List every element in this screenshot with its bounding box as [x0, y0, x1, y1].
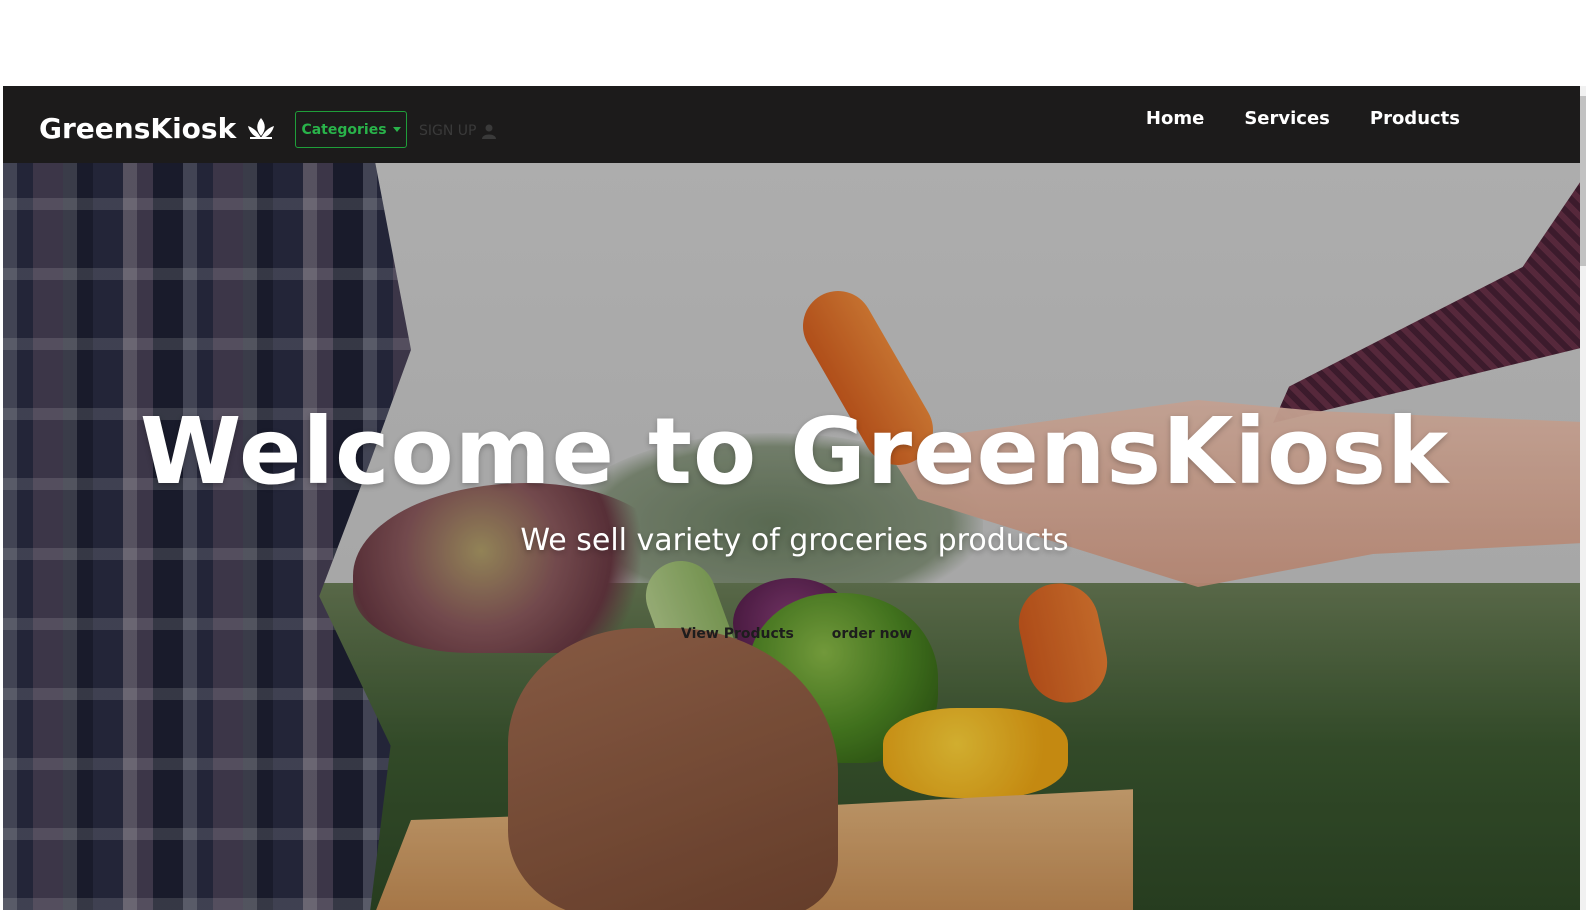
hero-banner: Welcome to GreensKiosk We sell variety o… [3, 163, 1586, 910]
signup-label: SIGN UP [419, 123, 477, 139]
categories-dropdown-button[interactable]: Categories [295, 111, 407, 148]
lotus-icon [246, 116, 276, 142]
user-icon [482, 124, 497, 139]
categories-label: Categories [301, 121, 387, 138]
brand-name: GreensKiosk [39, 112, 237, 145]
brand-logo[interactable]: GreensKiosk [39, 112, 276, 145]
view-products-button[interactable]: View Products [681, 626, 794, 642]
hero-title: Welcome to GreensKiosk [139, 398, 1450, 505]
nav-home-link[interactable]: Home [1146, 108, 1204, 129]
hero-actions: View Products order now [681, 626, 912, 642]
signup-link[interactable]: SIGN UP [419, 123, 497, 139]
page-frame: GreensKiosk Categories SIGN UP Home Serv… [3, 86, 1586, 910]
nav-products-link[interactable]: Products [1370, 108, 1460, 129]
caret-down-icon [392, 127, 401, 132]
order-now-button[interactable]: order now [832, 626, 912, 642]
hero-subtitle: We sell variety of groceries products [520, 523, 1069, 558]
navbar: GreensKiosk Categories SIGN UP Home Serv… [3, 86, 1586, 163]
page-scrollbar[interactable] [1580, 86, 1586, 910]
primary-nav: Home Services Products [1146, 108, 1460, 129]
page-scrollbar-thumb[interactable] [1580, 96, 1586, 266]
nav-services-link[interactable]: Services [1244, 108, 1330, 129]
